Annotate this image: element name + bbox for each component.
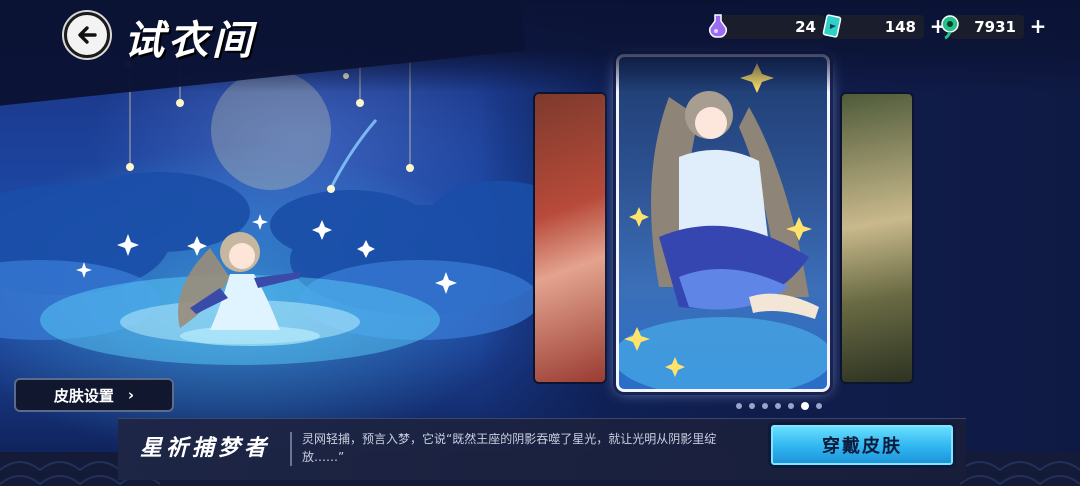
- arrow-left-icon: [78, 26, 97, 44]
- skin-name: 星祈捕梦者: [140, 435, 271, 461]
- carousel-dot[interactable]: [775, 403, 781, 409]
- carousel-dot[interactable]: [749, 403, 755, 409]
- carousel-indicator: [736, 402, 822, 410]
- chibi-character-sprite: [178, 232, 320, 346]
- add-jade-button[interactable]: +: [1028, 16, 1048, 37]
- currency-potion-value: 24: [720, 15, 824, 39]
- carousel-dot[interactable]: [788, 403, 794, 409]
- jade-drop-icon: [941, 15, 959, 40]
- skin-card-selected[interactable]: [616, 54, 830, 392]
- skin-card-next[interactable]: [840, 92, 914, 384]
- currency-potion: 24: [704, 14, 824, 40]
- divider: [290, 432, 292, 466]
- page-title: 试衣间: [124, 17, 256, 64]
- chevron-right-icon: ›: [127, 386, 135, 404]
- carousel-dot[interactable]: [762, 403, 768, 409]
- wear-skin-button[interactable]: 穿戴皮肤: [768, 422, 956, 468]
- scene-background: 试衣间 24 148 + 7931 + 皮肤设置 › 星祈捕梦者 灵网轻捕，预言…: [0, 0, 1080, 486]
- back-button[interactable]: [64, 12, 110, 58]
- currency-jade: 7931 +: [938, 14, 1048, 40]
- skin-card-previous[interactable]: [533, 92, 607, 384]
- ticket-icon: [822, 14, 842, 38]
- carousel-dot-active[interactable]: [801, 402, 809, 410]
- currency-ticket: 148 +: [820, 14, 948, 40]
- carousel-dot[interactable]: [736, 403, 742, 409]
- skin-description: 灵网轻捕，预言入梦，它说“既然王座的阴影吞噬了星光，就让光明从阴影里绽放……”: [302, 432, 717, 464]
- skin-settings-label: 皮肤设置: [53, 386, 114, 405]
- star-maiden-artwork: [619, 63, 827, 389]
- potion-icon: [708, 14, 728, 38]
- skin-settings-button[interactable]: 皮肤设置 ›: [14, 378, 174, 412]
- carousel-dot[interactable]: [816, 403, 822, 409]
